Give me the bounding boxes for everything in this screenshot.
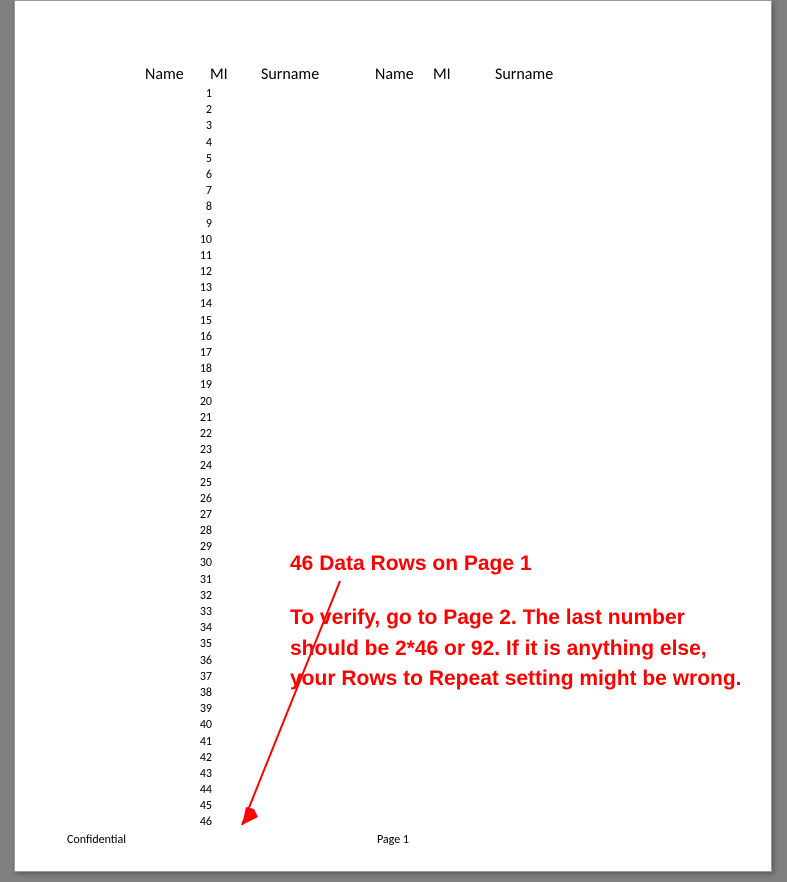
- table-row: 9: [15, 217, 771, 233]
- row-number: 22: [182, 427, 212, 441]
- row-number: 10: [182, 233, 212, 247]
- row-number: 4: [182, 136, 212, 150]
- row-number: 15: [182, 314, 212, 328]
- row-number: 9: [182, 217, 212, 231]
- row-number: 40: [182, 718, 212, 732]
- row-number: 19: [182, 378, 212, 392]
- table-row: 39: [15, 702, 771, 718]
- row-number: 20: [182, 395, 212, 409]
- table-row: 42: [15, 751, 771, 767]
- row-number: 21: [182, 411, 212, 425]
- table-row: 41: [15, 735, 771, 751]
- table-row: 13: [15, 281, 771, 297]
- row-number: 44: [182, 783, 212, 797]
- row-number: 2: [182, 103, 212, 117]
- row-number: 24: [182, 459, 212, 473]
- row-number: 28: [182, 524, 212, 538]
- row-number: 43: [182, 767, 212, 781]
- row-number: 38: [182, 686, 212, 700]
- table-row: 2: [15, 103, 771, 119]
- table-row: 20: [15, 395, 771, 411]
- table-row: 4: [15, 136, 771, 152]
- row-number: 46: [182, 815, 212, 829]
- col-header-surname-2: Surname: [495, 65, 553, 84]
- table-row: 25: [15, 476, 771, 492]
- col-header-name-2: Name: [375, 65, 414, 84]
- table-row: 16: [15, 330, 771, 346]
- table-row: 8: [15, 200, 771, 216]
- page-preview: Name MI Surname Name MI Surname 12345678…: [14, 0, 772, 872]
- table-rows: 1234567891011121314151617181920212223242…: [15, 87, 771, 832]
- row-number: 12: [182, 265, 212, 279]
- row-number: 16: [182, 330, 212, 344]
- table-row: 17: [15, 346, 771, 362]
- table-row: 18: [15, 362, 771, 378]
- table-row: 40: [15, 718, 771, 734]
- col-header-mi-1: MI: [210, 65, 228, 84]
- table-row: 6: [15, 168, 771, 184]
- table-row: 1: [15, 87, 771, 103]
- table-row: 26: [15, 492, 771, 508]
- table-row: 5: [15, 152, 771, 168]
- row-number: 36: [182, 654, 212, 668]
- annotation-text: 46 Data Rows on Page 1 To verify, go to …: [290, 549, 750, 695]
- table-row: 10: [15, 233, 771, 249]
- page-content: Name MI Surname Name MI Surname 12345678…: [15, 65, 771, 832]
- row-number: 42: [182, 751, 212, 765]
- row-number: 3: [182, 119, 212, 133]
- row-number: 41: [182, 735, 212, 749]
- row-number: 6: [182, 168, 212, 182]
- annotation-spacer: [290, 579, 750, 603]
- table-row: 22: [15, 427, 771, 443]
- row-number: 18: [182, 362, 212, 376]
- table-row: 21: [15, 411, 771, 427]
- row-number: 5: [182, 152, 212, 166]
- table-row: 19: [15, 378, 771, 394]
- row-number: 1: [182, 87, 212, 101]
- row-number: 32: [182, 589, 212, 603]
- page-footer: Confidential Page 1: [15, 833, 771, 851]
- table-header-row: Name MI Surname Name MI Surname: [15, 65, 771, 83]
- annotation-line-1: 46 Data Rows on Page 1: [290, 549, 750, 579]
- table-row: 14: [15, 297, 771, 313]
- col-header-mi-2: MI: [433, 65, 451, 84]
- row-number: 39: [182, 702, 212, 716]
- table-row: 27: [15, 508, 771, 524]
- annotation-line-2: To verify, go to Page 2. The last number…: [290, 603, 750, 694]
- row-number: 8: [182, 200, 212, 214]
- row-number: 13: [182, 281, 212, 295]
- table-row: 3: [15, 119, 771, 135]
- row-number: 11: [182, 249, 212, 263]
- table-row: 28: [15, 524, 771, 540]
- row-number: 30: [182, 556, 212, 570]
- row-number: 33: [182, 605, 212, 619]
- viewport: Name MI Surname Name MI Surname 12345678…: [0, 0, 787, 882]
- row-number: 26: [182, 492, 212, 506]
- table-row: 7: [15, 184, 771, 200]
- table-row: 15: [15, 314, 771, 330]
- footer-center-text: Page 1: [15, 833, 771, 847]
- row-number: 17: [182, 346, 212, 360]
- col-header-surname-1: Surname: [261, 65, 319, 84]
- table-row: 46: [15, 815, 771, 831]
- row-number: 7: [182, 184, 212, 198]
- row-number: 14: [182, 297, 212, 311]
- col-header-name-1: Name: [145, 65, 184, 84]
- row-number: 34: [182, 621, 212, 635]
- row-number: 31: [182, 573, 212, 587]
- table-row: 12: [15, 265, 771, 281]
- table-row: 44: [15, 783, 771, 799]
- row-number: 29: [182, 540, 212, 554]
- table-row: 11: [15, 249, 771, 265]
- row-number: 37: [182, 670, 212, 684]
- row-number: 27: [182, 508, 212, 522]
- table-row: 45: [15, 799, 771, 815]
- row-number: 23: [182, 443, 212, 457]
- row-number: 35: [182, 637, 212, 651]
- table-row: 23: [15, 443, 771, 459]
- table-row: 43: [15, 767, 771, 783]
- row-number: 25: [182, 476, 212, 490]
- table-row: 24: [15, 459, 771, 475]
- row-number: 45: [182, 799, 212, 813]
